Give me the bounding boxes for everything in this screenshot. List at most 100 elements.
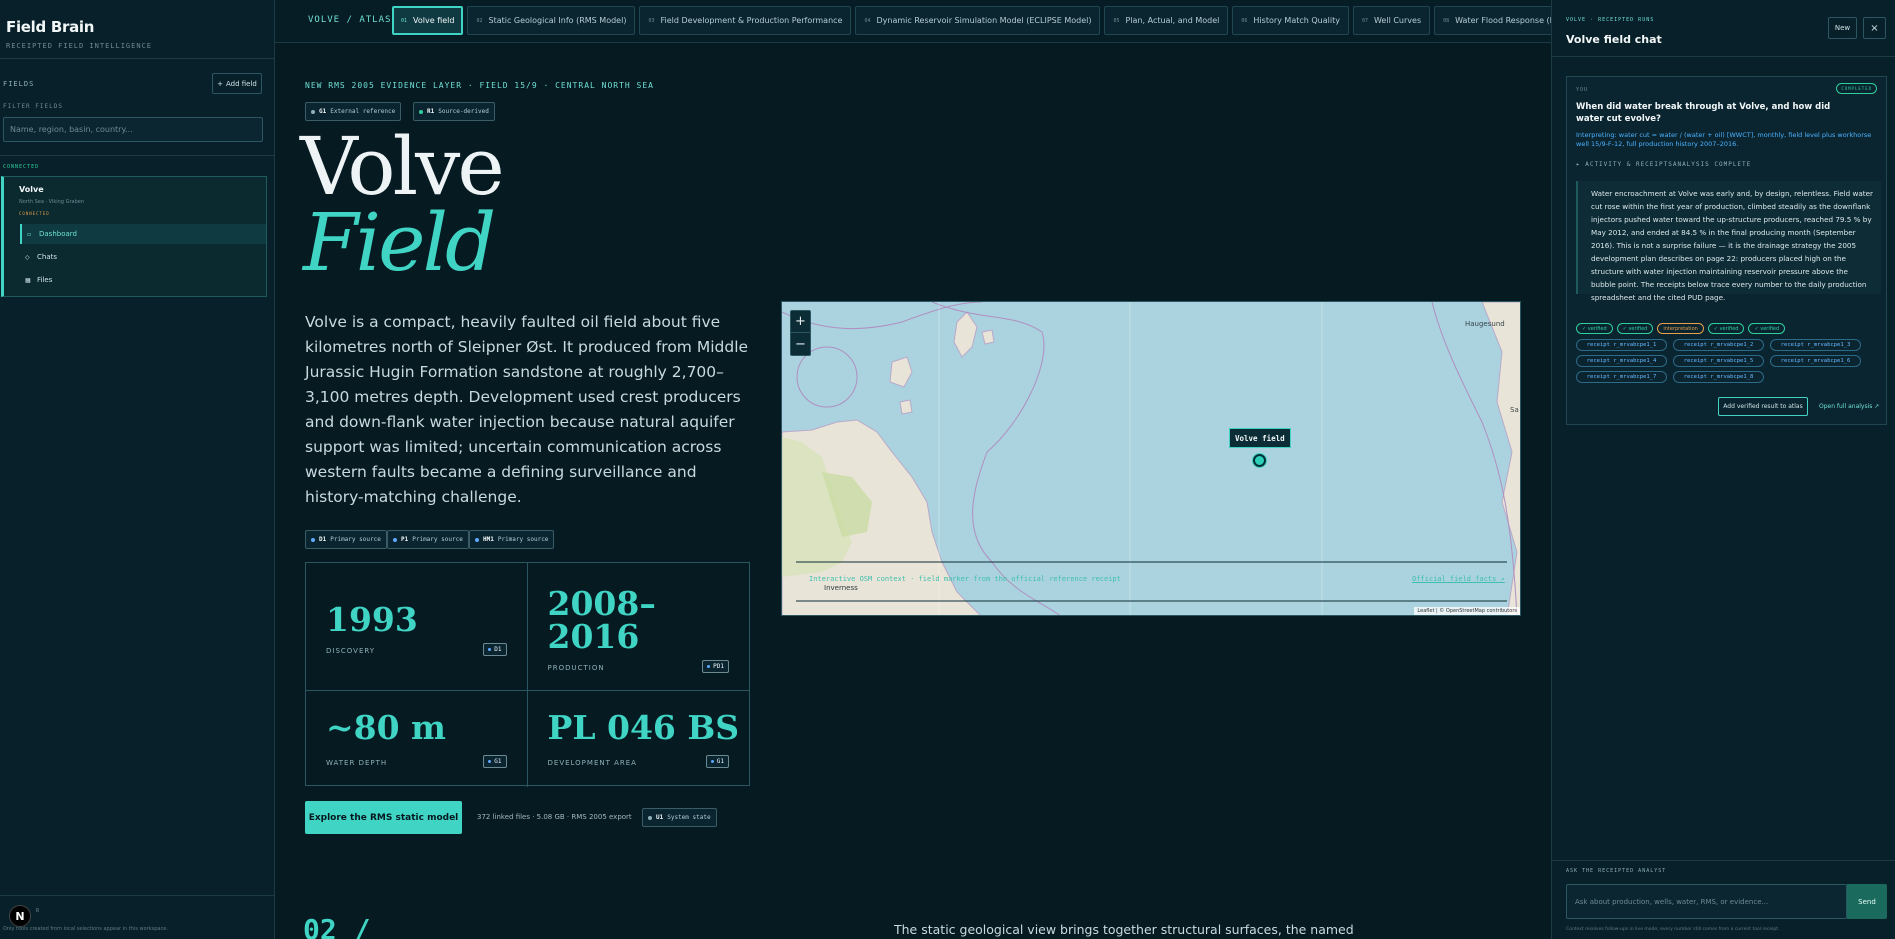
sidebar-item-chats[interactable]: ◇ Chats bbox=[20, 247, 266, 267]
source-tag[interactable]: D1 bbox=[483, 643, 507, 656]
chat-footer-note: Context resolves follow-ups in live mode… bbox=[1566, 927, 1780, 932]
tab-number: 03 bbox=[648, 17, 655, 24]
receipt-link[interactable]: receipt r_mrvabcpe1_2 bbox=[1673, 339, 1764, 351]
verified-badge: ✓ verified bbox=[1748, 323, 1786, 334]
receipt-link[interactable]: receipt r_mrvabcpe1_8 bbox=[1673, 371, 1764, 383]
status-dot-icon bbox=[707, 665, 711, 668]
tab-label: Field Development & Production Performan… bbox=[660, 16, 843, 25]
top-navigation: VOLVE / ATLAS 01 Volve field 02 Static G… bbox=[275, 0, 1551, 43]
map-city-label: Sa bbox=[1510, 406, 1519, 414]
source-tag[interactable]: PD1 bbox=[702, 660, 729, 673]
source-chip[interactable]: G1 External reference bbox=[305, 102, 402, 121]
tab-number: 01 bbox=[401, 17, 408, 24]
map-caption: Interactive OSM context · field marker f… bbox=[809, 575, 1121, 583]
map-attribution[interactable]: Leaflet | © OpenStreetMap contributors bbox=[1414, 607, 1520, 615]
zoom-in-button[interactable]: + bbox=[791, 311, 810, 333]
verified-badge: ✓ verified bbox=[1616, 323, 1654, 334]
send-button[interactable]: Send bbox=[1847, 884, 1887, 919]
status-dot-icon bbox=[311, 109, 315, 114]
tab-label: Dynamic Reservoir Simulation Model (ECLI… bbox=[876, 16, 1092, 25]
connected-heading: CONNECTED bbox=[3, 164, 40, 170]
sidebar-item-files[interactable]: ▦ Files bbox=[20, 270, 266, 290]
tab-number: 06 bbox=[1241, 17, 1248, 24]
tab-volve-field[interactable]: 01 Volve field bbox=[392, 6, 464, 35]
tab-number: 07 bbox=[1361, 17, 1368, 24]
interpretation-note: Interpreting: water cut = water / (water… bbox=[1576, 131, 1872, 148]
source-chip[interactable]: P1 Primary source bbox=[387, 530, 469, 549]
receipt-link[interactable]: receipt r_mrvabcpe1_1 bbox=[1576, 339, 1667, 351]
tab-bar: 01 Volve field 02 Static Geological Info… bbox=[392, 6, 1551, 35]
tab-number: 02 bbox=[476, 17, 483, 24]
source-tag[interactable]: G1 bbox=[705, 755, 729, 768]
stat-discovery: 1993 DISCOVERY D1 bbox=[306, 563, 528, 691]
stat-label: DEVELOPMENT AREA bbox=[547, 759, 637, 767]
source-tag[interactable]: G1 bbox=[483, 755, 507, 768]
add-to-atlas-button[interactable]: Add verified result to atlas bbox=[1718, 397, 1808, 416]
source-chip[interactable]: D1 Primary source bbox=[305, 530, 387, 549]
filter-fields-input[interactable] bbox=[3, 117, 263, 142]
tab-history-match[interactable]: 06 History Match Quality bbox=[1232, 6, 1349, 35]
plus-icon: + bbox=[217, 79, 223, 88]
chip-label: Primary source bbox=[412, 536, 463, 543]
close-icon[interactable]: × bbox=[1863, 17, 1886, 39]
official-field-facts-link[interactable]: Official field facts ↗ bbox=[1412, 575, 1505, 583]
tab-well-curves[interactable]: 07 Well Curves bbox=[1352, 6, 1431, 35]
section-kicker: NEW RMS 2005 EVIDENCE LAYER · FIELD 15/9… bbox=[305, 81, 654, 90]
tab-plan-actual-model[interactable]: 05 Plan, Actual, and Model bbox=[1104, 6, 1229, 35]
chat-input[interactable] bbox=[1566, 884, 1847, 919]
chip-code: HM1 bbox=[483, 536, 494, 543]
open-full-analysis-link[interactable]: Open full analysis ↗ bbox=[1819, 403, 1879, 410]
receipt-link[interactable]: receipt r_mrvabcpe1_5 bbox=[1673, 355, 1764, 367]
source-chip[interactable]: HM1 Primary source bbox=[469, 530, 555, 549]
system-state-chip[interactable]: U1 System state bbox=[642, 808, 717, 827]
field-marker-label[interactable]: Volve field bbox=[1229, 428, 1291, 448]
new-chat-button[interactable]: New bbox=[1828, 17, 1857, 39]
field-marker-pin-icon[interactable] bbox=[1253, 454, 1266, 467]
activity-toggle[interactable]: ▸ ACTIVITY & RECEIPTSANALYSIS COMPLETE bbox=[1576, 161, 1751, 168]
receipt-link[interactable]: receipt r_mrvabcpe1_7 bbox=[1576, 371, 1667, 383]
zoom-out-button[interactable]: − bbox=[791, 333, 810, 355]
tab-dynamic-simulation[interactable]: 04 Dynamic Reservoir Simulation Model (E… bbox=[855, 6, 1101, 35]
receipt-link[interactable]: receipt r_mrvabcpe1_3 bbox=[1770, 339, 1861, 351]
chat-breadcrumb: VOLVE · RECEIPTED RUNS bbox=[1566, 17, 1655, 23]
chip-label: External reference bbox=[330, 108, 396, 115]
field-status: CONNECTED bbox=[19, 211, 50, 216]
section-intro: The static geological view brings togeth… bbox=[894, 922, 1354, 937]
n-logo-icon[interactable]: N bbox=[9, 905, 31, 927]
field-location: North Sea · Viking Graben bbox=[19, 199, 84, 205]
stat-development-area: PL 046 BS DEVELOPMENT AREA G1 bbox=[528, 691, 750, 787]
file-summary: 372 linked files · 5.08 GB · RMS 2005 ex… bbox=[477, 813, 632, 821]
chip-code: D1 bbox=[319, 536, 327, 543]
receipt-list: receipt r_mrvabcpe1_1 receipt r_mrvabcpe… bbox=[1576, 339, 1886, 383]
chat-icon: ◇ bbox=[25, 253, 30, 261]
breadcrumb[interactable]: VOLVE / ATLAS bbox=[308, 15, 391, 25]
explore-rms-button[interactable]: Explore the RMS static model bbox=[305, 801, 462, 834]
add-field-button[interactable]: + Add field bbox=[212, 73, 262, 94]
tab-static-geological-info[interactable]: 02 Static Geological Info (RMS Model) bbox=[467, 6, 636, 35]
brand-subtitle: RECEIPTED FIELD INTELLIGENCE bbox=[6, 42, 153, 50]
receipt-link[interactable]: receipt r_mrvabcpe1_4 bbox=[1576, 355, 1667, 367]
brand-title: Field Brain bbox=[6, 18, 95, 36]
divider bbox=[1552, 56, 1895, 57]
divider bbox=[0, 155, 275, 156]
divider bbox=[0, 58, 275, 59]
status-dot-icon bbox=[488, 648, 492, 651]
files-icon: ▦ bbox=[25, 276, 31, 284]
verified-badge: ✓ verified bbox=[1707, 323, 1745, 334]
receipt-link[interactable]: receipt r_mrvabcpe1_6 bbox=[1770, 355, 1861, 367]
tab-field-development[interactable]: 03 Field Development & Production Perfor… bbox=[639, 6, 852, 35]
chip-label: System state bbox=[667, 814, 711, 821]
source-chip[interactable]: R1 Source-derived bbox=[413, 102, 495, 121]
sidebar-item-dashboard[interactable]: ▫ Dashboard bbox=[20, 224, 266, 244]
filter-fields-label: FILTER FIELDS bbox=[3, 103, 63, 110]
source-code: G1 bbox=[716, 758, 724, 765]
section-number: 02 / bbox=[303, 913, 371, 939]
sidebar-item-label: Dashboard bbox=[39, 230, 77, 238]
tab-number: 05 bbox=[1113, 17, 1120, 24]
chip-code: R1 bbox=[427, 108, 435, 115]
dashboard-icon: ▫ bbox=[27, 230, 32, 238]
tab-water-flood[interactable]: 08 Water Flood Response (Pressure Suppor… bbox=[1434, 6, 1551, 35]
field-location-map[interactable]: + − Haugesund Sa Volve field Interactive… bbox=[781, 301, 1521, 616]
field-card-volve[interactable]: Volve North Sea · Viking Graben CONNECTE… bbox=[1, 176, 267, 297]
assistant-answer: Water encroachment at Volve was early an… bbox=[1576, 181, 1881, 302]
